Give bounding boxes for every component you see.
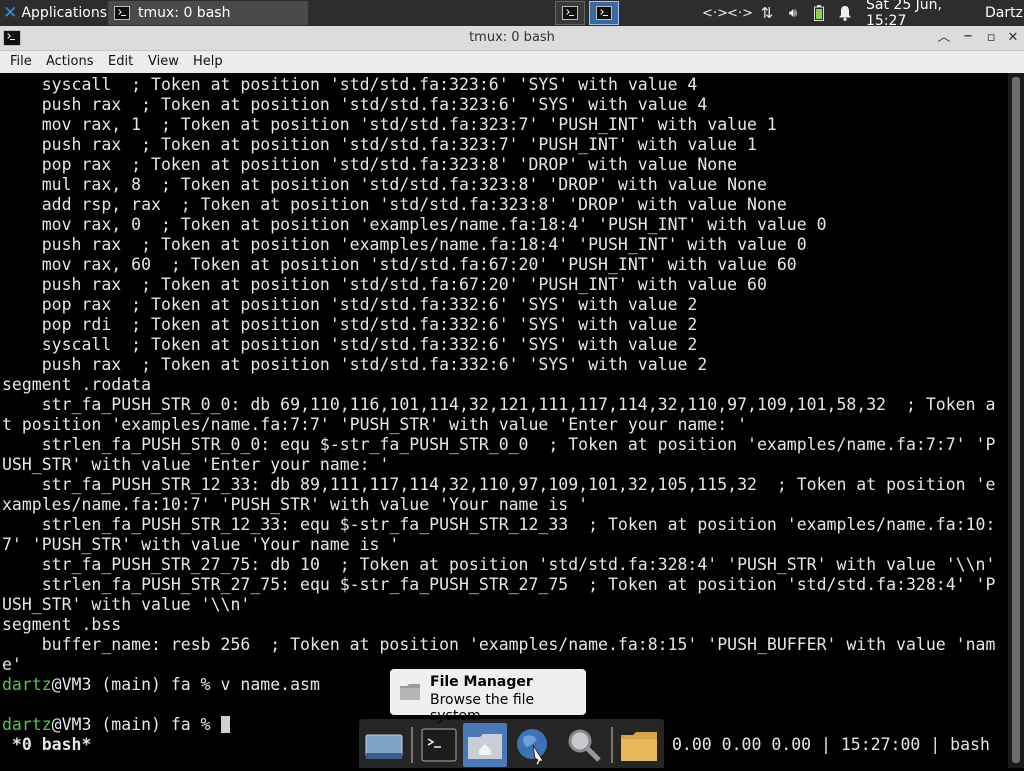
terminal-line: str_fa_PUSH_STR_0_0: db 69,110,116,101,1… xyxy=(2,395,996,414)
terminal-line: push rax ; Token at position 'examples/n… xyxy=(2,235,807,254)
network-icon[interactable]: <·> xyxy=(702,0,728,26)
terminal-line: strlen_fa_PUSH_STR_12_33: equ $-str_fa_P… xyxy=(2,515,996,534)
terminal-line: push rax ; Token at position 'std/std.fa… xyxy=(2,275,767,294)
workspace-2-button[interactable] xyxy=(589,1,619,25)
terminal-line: strlen_fa_PUSH_STR_0_0: equ $-str_fa_PUS… xyxy=(2,435,996,454)
volume-icon[interactable]: 🔊︎ xyxy=(782,0,804,26)
terminal-line: pop rdi ; Token at position 'std/std.fa:… xyxy=(2,315,698,334)
folder-icon xyxy=(400,684,420,700)
terminal-line: USH_STR' with value '\\n' xyxy=(2,595,251,614)
roll-up-icon[interactable]: ︿ xyxy=(935,29,953,47)
window-title: tmux: 0 bash xyxy=(469,30,555,45)
terminal-line: pop rax ; Token at position 'std/std.fa:… xyxy=(2,295,698,314)
menu-bar: File Actions Edit View Help xyxy=(0,51,1024,73)
terminal-icon[interactable] xyxy=(417,723,461,767)
tooltip-subtitle: Browse the file system xyxy=(430,692,535,724)
terminal-line: USH_STR' with value 'Enter your name: ' xyxy=(2,455,390,474)
terminal-line: syscall ; Token at position 'std/std.fa:… xyxy=(2,335,698,354)
transfer-arrows-icon[interactable]: ⇅ xyxy=(756,0,778,26)
terminal-line: push rax ; Token at position 'std/std.fa… xyxy=(2,95,708,114)
terminal-line: mov rax, 60 ; Token at position 'std/std… xyxy=(2,255,797,274)
close-icon[interactable]: ✕ xyxy=(1004,29,1022,47)
terminal-area[interactable]: syscall ; Token at position 'std/std.fa:… xyxy=(0,73,1008,768)
terminal-line: push rax ; Token at position 'std/std.fa… xyxy=(2,355,708,374)
show-desktop-icon[interactable] xyxy=(362,723,406,767)
terminal-line: t position 'examples/name.fa:7:7' 'PUSH_… xyxy=(2,415,748,434)
tmux-window-list: *0 bash* xyxy=(2,735,92,754)
terminal-icon xyxy=(562,6,578,20)
battery-icon[interactable] xyxy=(810,0,828,26)
applications-menu[interactable]: ✕ Applications xyxy=(0,0,107,26)
top-panel: ✕ Applications tmux: 0 bash <·> <·> ⇅ 🔊︎… xyxy=(0,0,1024,29)
terminal-line: str_fa_PUSH_STR_12_33: db 89,111,117,114… xyxy=(2,475,996,494)
menu-help[interactable]: Help xyxy=(193,54,223,69)
dock-tooltip: File Manager Browse the file system xyxy=(390,669,586,724)
prompt-user: dartz xyxy=(2,675,52,694)
terminal-line: 7' 'PUSH_STR' with value 'Your name is ' xyxy=(2,535,400,554)
tmux-status-right: 0.00 0.00 0.00 | 15:27:00 | bash xyxy=(672,735,990,754)
taskbar-item-label: tmux: 0 bash xyxy=(138,5,231,21)
network-icon-2[interactable]: <·> xyxy=(727,0,753,26)
menu-file[interactable]: File xyxy=(10,54,32,69)
terminal-line: segment .bss xyxy=(2,615,122,634)
dock-separator xyxy=(411,727,413,763)
home-folder-icon[interactable] xyxy=(617,723,661,767)
text-cursor xyxy=(220,716,230,733)
clock[interactable]: Sat 25 Jun, 15:27 xyxy=(866,0,980,29)
terminal-line: str_fa_PUSH_STR_27_75: db 10 ; Token at … xyxy=(2,555,996,574)
terminal-line: mul rax, 8 ; Token at position 'std/std.… xyxy=(2,175,767,194)
menu-edit[interactable]: Edit xyxy=(108,54,133,69)
terminal-icon xyxy=(596,6,612,20)
terminal-line: mov rax, 0 ; Token at position 'examples… xyxy=(2,215,827,234)
xfce-logo-icon: ✕ xyxy=(3,3,18,23)
terminal-line: pop rax ; Token at position 'std/std.fa:… xyxy=(2,155,738,174)
file-manager-icon[interactable] xyxy=(463,723,507,767)
maximize-icon[interactable]: ▫ xyxy=(982,29,1000,47)
notification-bell-icon[interactable] xyxy=(836,0,854,26)
prompt-command: @VM3 (main) fa % v name.asm xyxy=(51,675,320,694)
dock xyxy=(359,719,664,768)
terminal-line: segment .rodata xyxy=(2,375,152,394)
tooltip-title: File Manager xyxy=(430,674,533,690)
shell-prompt-line[interactable]: dartz@VM3 (main) fa % xyxy=(2,715,230,735)
menu-view[interactable]: View xyxy=(148,54,179,69)
terminal-line: e' xyxy=(2,655,22,674)
minimize-icon[interactable]: – xyxy=(959,27,977,47)
workspace-1-button[interactable] xyxy=(555,1,585,25)
terminal-line: xamples/name.fa:10:7' 'PUSH_STR' with va… xyxy=(2,495,589,514)
dock-separator xyxy=(611,727,613,763)
terminal-line: syscall ; Token at position 'std/std.fa:… xyxy=(2,75,698,94)
applications-label: Applications xyxy=(21,5,107,21)
terminal-icon xyxy=(114,6,130,20)
shell-prompt-line: dartz@VM3 (main) fa % v name.asm xyxy=(2,675,320,695)
taskbar-item-tmux[interactable]: tmux: 0 bash xyxy=(108,1,308,25)
prompt-user: dartz xyxy=(2,715,52,734)
web-browser-icon[interactable] xyxy=(511,723,555,767)
menu-actions[interactable]: Actions xyxy=(46,54,94,69)
terminal-line: mov rax, 1 ; Token at position 'std/std.… xyxy=(2,115,777,134)
scrollbar-thumb[interactable] xyxy=(1012,77,1020,763)
window-titlebar[interactable]: tmux: 0 bash ︿ – ▫ ✕ xyxy=(0,26,1024,51)
terminal-scrollbar[interactable] xyxy=(1008,73,1024,768)
terminal-line: buffer_name: resb 256 ; Token at positio… xyxy=(2,635,996,654)
terminal-line: strlen_fa_PUSH_STR_27_75: equ $-str_fa_P… xyxy=(2,575,996,594)
app-finder-icon[interactable] xyxy=(562,723,606,767)
user-menu[interactable]: Dartz xyxy=(984,0,1024,26)
terminal-line: push rax ; Token at position 'std/std.fa… xyxy=(2,135,757,154)
terminal-line: add rsp, rax ; Token at position 'std/st… xyxy=(2,195,787,214)
prompt-command: @VM3 (main) fa % xyxy=(51,715,221,734)
